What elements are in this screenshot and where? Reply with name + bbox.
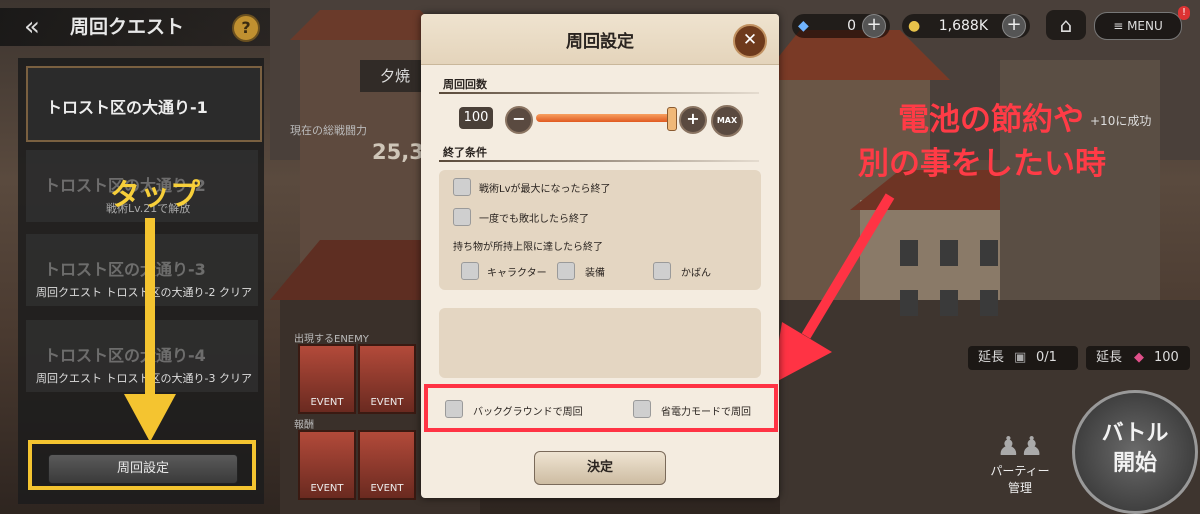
stage-unlock-condition: 周回クエスト トロスト区の大通り-2 クリア xyxy=(36,286,252,299)
extend-label: 延長 xyxy=(1096,350,1123,365)
loop-count-label: 周回回数 xyxy=(443,78,487,91)
defeat-label: 一度でも敗北したら終了 xyxy=(479,214,589,225)
enemy-card[interactable]: EVENT xyxy=(298,344,356,414)
max-tactics-label: 戦術Lvが最大になったら終了 xyxy=(479,184,611,195)
coin-resource: ● 1,688K + xyxy=(902,14,1030,38)
section-divider xyxy=(439,160,759,162)
end-conditions-panel: 戦術Lvが最大になったら終了 一度でも敗北したら終了 持ち物が所持上限に達したら… xyxy=(439,170,761,290)
card-label: EVENT xyxy=(370,483,404,494)
info-panel xyxy=(439,308,761,378)
stage-item-3[interactable]: トロスト区の大通り-3 周回クエスト トロスト区の大通り-2 クリア xyxy=(26,234,258,306)
tap-annotation-label: タップ xyxy=(110,178,200,213)
stage-tab[interactable]: 夕焼 xyxy=(360,60,430,92)
loop-setting-button[interactable]: 周回設定 xyxy=(48,454,238,484)
stage-name: トロスト区の大通り-1 xyxy=(46,98,208,117)
reward-card[interactable]: EVENT xyxy=(298,430,356,500)
card-label: EVENT xyxy=(310,483,344,494)
home-button[interactable]: ⌂ xyxy=(1046,10,1086,40)
ticket-count: 0 xyxy=(847,18,856,34)
party-label-line1: パーティー xyxy=(990,464,1050,478)
character-label: キャラクター xyxy=(487,268,547,279)
end-conditions-label: 終了条件 xyxy=(443,146,487,159)
dialog-title: 周回設定 xyxy=(566,32,634,52)
party-label-line2: 管理 xyxy=(1007,481,1032,495)
close-button[interactable]: ✕ xyxy=(733,24,767,58)
party-icon: ♟♟ xyxy=(996,432,1044,462)
coin-plus-button[interactable]: + xyxy=(1002,14,1026,38)
menu-button[interactable]: ≡ MENU xyxy=(1094,12,1182,40)
battery-note-line2: 別の事をしたい時 xyxy=(858,146,1106,182)
stage-unlock-condition: 周回クエスト トロスト区の大通り-3 クリア xyxy=(36,372,252,385)
party-management-button[interactable]: ♟♟ パーティー 管理 xyxy=(978,432,1062,504)
stage-name: トロスト区の大通り-4 xyxy=(44,346,206,365)
battle-start-button[interactable]: バトル 開始 xyxy=(1072,390,1198,514)
extend-cost: 100 xyxy=(1154,350,1179,365)
screen-title: 周回クエスト xyxy=(70,16,185,38)
stage-name: トロスト区の大通り-3 xyxy=(44,260,206,279)
mission-note: +10に成功 xyxy=(1090,114,1152,128)
gem-icon: ◆ xyxy=(1134,350,1144,365)
battle-label-line2: 開始 xyxy=(1112,451,1157,476)
enemy-card[interactable]: EVENT xyxy=(358,344,416,414)
total-power-value: 25,3 xyxy=(372,140,424,164)
tap-arrowhead-icon xyxy=(124,394,176,442)
extend-gem-button[interactable]: 延長 ◆ 100 xyxy=(1086,346,1190,370)
stage-item-4[interactable]: トロスト区の大通り-4 周回クエスト トロスト区の大通り-3 クリア xyxy=(26,320,258,392)
slider-handle[interactable] xyxy=(667,107,677,131)
section-divider xyxy=(439,92,759,94)
help-button[interactable]: ? xyxy=(232,14,260,42)
max-button[interactable]: MAX xyxy=(711,105,743,137)
ticket-plus-button[interactable]: + xyxy=(862,14,886,38)
extend-count: 0/1 xyxy=(1036,350,1057,365)
bag-checkbox[interactable] xyxy=(653,262,671,280)
ticket-resource: ◆ 0 + xyxy=(792,14,890,38)
card-label: EVENT xyxy=(370,397,404,408)
menu-notification-badge: ! xyxy=(1178,6,1190,20)
reward-label: 報酬 xyxy=(294,420,314,431)
inventory-limit-label: 持ち物が所持上限に達したら終了 xyxy=(453,242,603,253)
enemy-label: 出現するENEMY xyxy=(294,334,369,345)
equipment-label: 装備 xyxy=(585,268,605,279)
total-power-label: 現在の総戦闘力 xyxy=(290,124,367,137)
equipment-checkbox[interactable] xyxy=(557,262,575,280)
back-button[interactable]: « xyxy=(8,12,56,42)
extend-ticket-button[interactable]: 延長 ▣ 0/1 xyxy=(968,346,1078,370)
card-label: EVENT xyxy=(310,397,344,408)
bag-label: かばん xyxy=(681,268,711,279)
battle-label-line1: バトル xyxy=(1101,421,1169,446)
defeat-checkbox[interactable] xyxy=(453,208,471,226)
max-tactics-checkbox[interactable] xyxy=(453,178,471,196)
ticket-icon: ◆ xyxy=(798,18,809,34)
confirm-button[interactable]: 決定 xyxy=(534,451,666,485)
plus-button[interactable]: + xyxy=(679,106,707,134)
extend-label: 延長 xyxy=(978,350,1005,365)
loop-count-slider[interactable] xyxy=(536,114,674,122)
coin-icon: ● xyxy=(908,18,921,34)
double-chevron-left-icon: « xyxy=(24,12,40,42)
battery-note-line1: 電池の節約や xyxy=(898,102,1084,138)
minus-button[interactable]: − xyxy=(505,106,533,134)
tap-arrow-icon xyxy=(145,218,155,398)
loop-mode-highlight-box xyxy=(424,384,778,432)
coin-count: 1,688K xyxy=(938,18,988,34)
stage-item-1[interactable]: トロスト区の大通り-1 xyxy=(26,66,262,142)
close-icon: ✕ xyxy=(742,30,758,50)
reward-card[interactable]: EVENT xyxy=(358,430,416,500)
character-checkbox[interactable] xyxy=(461,262,479,280)
home-icon: ⌂ xyxy=(1059,13,1073,37)
loop-count-value: 100 xyxy=(459,107,493,129)
film-icon: ▣ xyxy=(1014,350,1027,365)
